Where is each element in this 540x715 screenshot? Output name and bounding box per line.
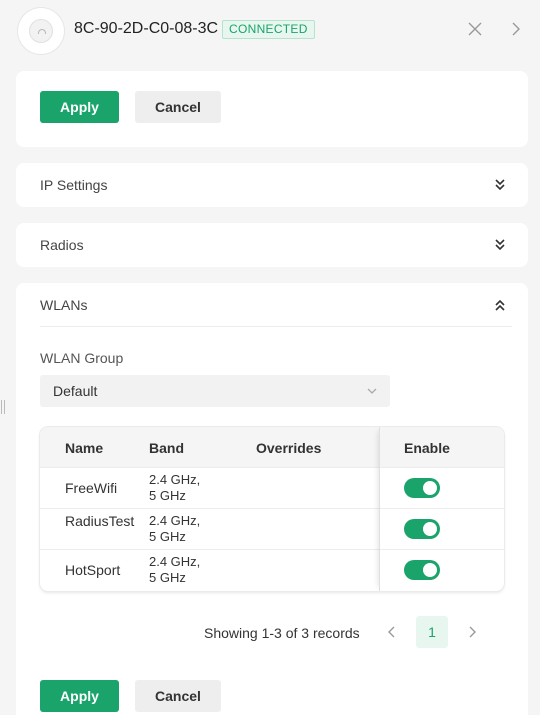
wlan-band-line1: 2.4 GHz, — [149, 513, 201, 528]
wlan-name: HotSport — [65, 562, 121, 578]
top-actions-card: Apply Cancel — [16, 71, 528, 147]
records-summary: Showing 1-3 of 3 records — [204, 625, 360, 641]
chevron-down-icon — [367, 388, 377, 394]
page-1-button[interactable]: 1 — [416, 616, 448, 648]
resize-handle[interactable] — [1, 400, 6, 414]
device-header: 8C-90-2D-C0-08-3C CONNECTED — [0, 0, 540, 62]
enable-toggle[interactable] — [404, 478, 440, 498]
chevron-left-icon[interactable] — [384, 624, 400, 640]
toggle-knob — [423, 563, 437, 577]
apply-button[interactable]: Apply — [40, 91, 119, 123]
wlan-band-line2: 5 GHz — [149, 488, 186, 503]
divider — [40, 326, 512, 327]
enable-toggle[interactable] — [404, 519, 440, 539]
cancel-button[interactable]: Cancel — [135, 680, 221, 712]
column-band[interactable]: Band — [149, 440, 184, 456]
ip-settings-title: IP Settings — [40, 177, 108, 193]
wlan-band: 2.4 GHz, 5 GHz — [149, 472, 200, 504]
wlans-table: Name Band Overrides Enable FreeWifi 2.4 … — [40, 427, 504, 591]
wlan-name: RadiusTest — [65, 513, 135, 529]
collapse-icon[interactable] — [493, 298, 507, 312]
radios-section[interactable]: Radios — [16, 223, 528, 267]
wlans-section: WLANs WLAN Group Default Name Band Overr… — [16, 283, 528, 715]
enable-column — [379, 427, 504, 591]
wlan-band: 2.4 GHz, 5 GHz — [149, 513, 200, 545]
wlan-group-value: Default — [53, 383, 98, 399]
close-icon[interactable] — [467, 21, 483, 37]
wlan-group-label: WLAN Group — [40, 350, 124, 366]
cancel-button[interactable]: Cancel — [135, 91, 221, 123]
wlan-band-line2: 5 GHz — [149, 570, 186, 585]
chevron-right-icon[interactable] — [464, 624, 480, 640]
wlan-band-line2: 5 GHz — [149, 529, 186, 544]
column-overrides[interactable]: Overrides — [256, 440, 321, 456]
wlan-group-select[interactable]: Default — [40, 375, 390, 407]
wlan-band-line1: 2.4 GHz, — [149, 472, 201, 487]
enable-toggle[interactable] — [404, 560, 440, 580]
toggle-knob — [423, 522, 437, 536]
expand-icon[interactable] — [493, 178, 507, 192]
ip-settings-section[interactable]: IP Settings — [16, 163, 528, 207]
wlan-band: 2.4 GHz, 5 GHz — [149, 554, 200, 586]
wlans-title[interactable]: WLANs — [40, 297, 87, 313]
apply-button[interactable]: Apply — [40, 680, 119, 712]
status-badge: CONNECTED — [222, 20, 315, 39]
column-name[interactable]: Name — [65, 440, 103, 456]
chevron-right-icon[interactable] — [508, 21, 524, 37]
wlan-band-line1: 2.4 GHz, — [149, 554, 201, 569]
expand-icon[interactable] — [493, 238, 507, 252]
radios-title: Radios — [40, 237, 84, 253]
device-avatar — [18, 8, 64, 54]
wlan-name: FreeWifi — [65, 480, 118, 496]
device-title: 8C-90-2D-C0-08-3C — [74, 20, 219, 37]
access-point-icon — [29, 19, 53, 43]
toggle-knob — [423, 481, 437, 495]
